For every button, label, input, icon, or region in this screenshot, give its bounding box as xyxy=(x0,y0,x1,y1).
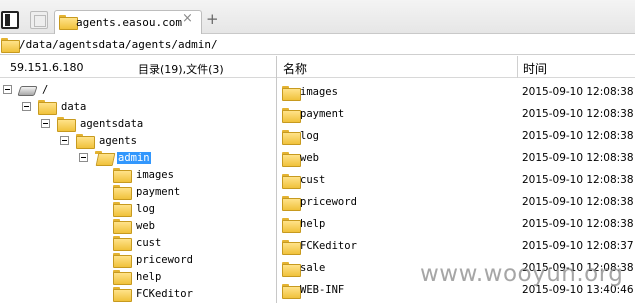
folder-icon xyxy=(38,100,57,115)
file-row[interactable]: payment 2015-09-10 12:08:38 xyxy=(277,103,635,125)
tab-agents-easou[interactable]: agents.easou.com xyxy=(54,10,202,34)
file-name: cust xyxy=(300,174,326,186)
directory-summary: 目录(19),文件(3) xyxy=(138,63,224,76)
tree-node[interactable]: log xyxy=(113,200,156,217)
folder-icon xyxy=(113,287,132,302)
folder-icon xyxy=(57,117,76,132)
path-input[interactable]: /data/agentsdata/agents/admin/ xyxy=(19,38,218,51)
file-name: WEB-INF xyxy=(300,284,345,296)
folder-icon xyxy=(76,134,95,149)
collapse-icon[interactable] xyxy=(3,85,12,94)
file-name: help xyxy=(300,218,326,230)
folder-icon xyxy=(113,219,132,234)
column-header-name[interactable]: 名称 xyxy=(283,60,307,77)
column-header-time[interactable]: 时间 xyxy=(523,60,547,77)
tree-node[interactable]: FCKeditor xyxy=(113,285,194,302)
file-time: 2015-09-10 12:08:38 xyxy=(522,196,634,208)
tree-node-label: cust xyxy=(136,236,162,249)
tree-node-label: web xyxy=(136,219,155,232)
tab-title: agents.easou.com xyxy=(76,16,182,29)
tree-node-label: admin xyxy=(117,151,151,164)
window-icon[interactable] xyxy=(30,11,48,29)
file-name: images xyxy=(300,86,338,98)
tree-node-label: agents xyxy=(99,134,137,147)
file-time: 2015-09-10 12:08:38 xyxy=(522,218,634,230)
tree-node-label: payment xyxy=(136,185,181,198)
tree-node[interactable]: / xyxy=(3,81,49,98)
tree-node[interactable]: admin xyxy=(79,149,151,166)
tree-node[interactable]: cust xyxy=(113,234,162,251)
folder-icon xyxy=(282,173,301,189)
list-header: 59.151.6.180 目录(19),文件(3) 名称 时间 xyxy=(0,56,635,78)
tree-node-label: images xyxy=(136,168,174,181)
file-row[interactable]: web 2015-09-10 12:08:38 xyxy=(277,147,635,169)
folder-icon xyxy=(282,239,301,255)
collapse-icon[interactable] xyxy=(60,136,69,145)
sidebar-toggle-button[interactable] xyxy=(1,11,19,29)
folder-icon xyxy=(282,195,301,211)
file-name: log xyxy=(300,130,319,142)
tree-node[interactable]: agents xyxy=(60,132,138,149)
file-name: web xyxy=(300,152,319,164)
folder-icon xyxy=(282,151,301,167)
folder-icon xyxy=(282,107,301,123)
tree-node-label: data xyxy=(61,100,87,113)
file-time: 2015-09-10 12:08:38 xyxy=(522,152,634,164)
file-name: payment xyxy=(300,108,345,120)
tree-node-label: log xyxy=(136,202,155,215)
collapse-icon[interactable] xyxy=(79,153,88,162)
folder-icon xyxy=(113,202,132,217)
folder-icon xyxy=(282,261,301,277)
folder-icon xyxy=(282,217,301,233)
directory-tree: / data agentsdata agents admin images payment l… xyxy=(0,78,276,303)
path-bar[interactable]: /data/agentsdata/agents/admin/ xyxy=(0,35,635,55)
server-ip: 59.151.6.180 xyxy=(10,61,84,74)
folder-icon xyxy=(113,236,132,251)
folder-icon xyxy=(59,15,78,30)
file-name: FCKeditor xyxy=(300,240,357,252)
file-row[interactable]: help 2015-09-10 12:08:38 xyxy=(277,213,635,235)
file-time: 2015-09-10 12:08:38 xyxy=(522,108,634,120)
tree-node[interactable]: data xyxy=(22,98,87,115)
column-divider[interactable] xyxy=(517,56,518,78)
folder-icon xyxy=(1,38,20,53)
folder-icon xyxy=(113,270,132,285)
tree-node-label: priceword xyxy=(136,253,193,266)
folder-icon xyxy=(282,283,301,299)
tree-node-label: FCKeditor xyxy=(136,287,193,300)
drive-icon xyxy=(17,85,38,96)
tree-node[interactable]: priceword xyxy=(113,251,194,268)
file-time: 2015-09-10 12:08:38 xyxy=(522,130,634,142)
file-row[interactable]: FCKeditor 2015-09-10 12:08:37 xyxy=(277,235,635,257)
new-tab-button[interactable]: + xyxy=(206,12,219,27)
file-time: 2015-09-10 12:08:37 xyxy=(522,240,634,252)
folder-icon xyxy=(113,185,132,200)
folder-icon xyxy=(113,168,132,183)
file-row[interactable]: cust 2015-09-10 12:08:38 xyxy=(277,169,635,191)
watermark: www.wooyun.org xyxy=(420,261,624,287)
file-row[interactable]: log 2015-09-10 12:08:38 xyxy=(277,125,635,147)
folder-icon xyxy=(113,253,132,268)
file-name: priceword xyxy=(300,196,357,208)
folder-icon xyxy=(282,129,301,145)
tree-node[interactable]: images xyxy=(113,166,175,183)
file-row[interactable]: priceword 2015-09-10 12:08:38 xyxy=(277,191,635,213)
collapse-icon[interactable] xyxy=(41,119,50,128)
tree-node[interactable]: agentsdata xyxy=(41,115,144,132)
folder-open-icon xyxy=(95,151,112,164)
tab-close-icon[interactable]: × xyxy=(182,12,193,25)
file-name: sale xyxy=(300,262,326,274)
tree-node[interactable]: payment xyxy=(113,183,181,200)
file-row[interactable]: images 2015-09-10 12:08:38 xyxy=(277,81,635,103)
tree-node[interactable]: help xyxy=(113,268,162,285)
tree-node-label: help xyxy=(136,270,162,283)
folder-icon xyxy=(282,85,301,101)
file-time: 2015-09-10 12:08:38 xyxy=(522,86,634,98)
file-time: 2015-09-10 12:08:38 xyxy=(522,174,634,186)
tree-node[interactable]: web xyxy=(113,217,156,234)
tree-node-label: agentsdata xyxy=(80,117,144,130)
collapse-icon[interactable] xyxy=(22,102,31,111)
tab-bar: agents.easou.com × + xyxy=(0,0,635,34)
tree-node-label: / xyxy=(42,83,49,96)
